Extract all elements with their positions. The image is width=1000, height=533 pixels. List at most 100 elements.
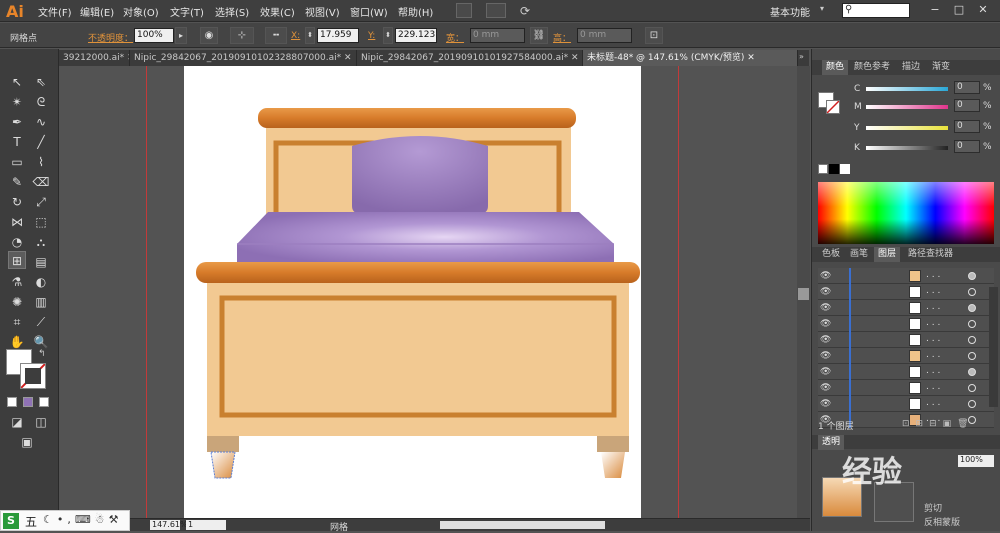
y-stepper-icon[interactable]: ⬍ [383,27,393,44]
direct-selection-tool-icon[interactable]: ⇖ [32,73,50,91]
eye-icon[interactable]: 👁 [820,271,831,281]
eye-icon[interactable]: 👁 [820,287,831,297]
black-slider[interactable] [866,146,948,150]
eye-icon[interactable]: 👁 [820,367,831,377]
layer-row[interactable]: 👁 . . . [818,332,994,348]
tab-stroke[interactable]: 描边 [898,60,924,75]
layer-row[interactable]: 👁 . . . [818,268,994,284]
menu-type[interactable]: 文字(T) [170,4,204,19]
transparency-opacity-input[interactable]: 100% [958,455,994,467]
eyedropper-tool-icon[interactable]: ⚗ [8,273,26,291]
tab-color[interactable]: 颜色 [822,60,849,75]
width-tool-icon[interactable]: ⋈ [8,213,26,231]
blend-tool-icon[interactable]: ◐ [32,273,50,291]
yellow-slider[interactable] [866,126,948,130]
height-input[interactable]: 0 mm [577,28,632,43]
y-input[interactable]: 229.123 [395,28,437,43]
isolate-icon[interactable]: ⊡ [645,27,663,44]
tab-color-guide[interactable]: 颜色参考 [850,60,894,75]
reference-point-icon[interactable]: ⊹ [230,27,254,44]
x-label[interactable]: X: [291,31,300,41]
draw-mode-icon[interactable]: ◪ [8,413,26,431]
menu-select[interactable]: 选择(S) [215,4,249,19]
eye-icon[interactable]: 👁 [820,383,831,393]
menu-help[interactable]: 帮助(H) [398,4,433,19]
arrange-documents-icon[interactable] [486,3,506,18]
width-label[interactable]: 宽： [446,31,464,44]
x-stepper-icon[interactable]: ⬍ [305,27,315,44]
tab-gradient[interactable]: 渐变 [928,60,954,75]
magenta-input[interactable]: 0 [954,99,980,112]
layers-scrollbar[interactable] [989,287,998,407]
color-mode-icon[interactable] [7,397,17,407]
rotate-tool-icon[interactable]: ↻ [8,193,26,211]
layer-row[interactable]: 👁 . . . [818,284,994,300]
paintbrush-tool-icon[interactable]: ⌇ [32,153,50,171]
ime-logo-icon[interactable]: S [3,513,19,529]
menu-file[interactable]: 文件(F) [38,4,72,19]
mesh-tool-icon[interactable]: ⊞ [8,251,26,269]
curvature-tool-icon[interactable]: ∿ [32,113,50,131]
white-swatch[interactable] [840,164,850,174]
scroll-thumb[interactable] [798,288,809,300]
tab-transparency[interactable]: 透明 [818,435,845,450]
eye-icon[interactable]: 👁 [820,303,831,313]
menu-object[interactable]: 对象(O) [123,4,159,19]
target-icon[interactable] [968,272,976,280]
layer-name[interactable]: . . . [926,350,940,360]
horizontal-scroll-thumb[interactable] [440,521,605,529]
layer-name[interactable]: . . . [926,334,940,344]
target-icon[interactable] [968,320,976,328]
cyan-slider[interactable] [866,87,948,91]
screen-mode-icon[interactable]: ◫ [32,413,50,431]
opacity-dropdown-icon[interactable]: ▸ [175,27,187,44]
constrain-proportions-icon[interactable]: ⛓ [530,27,548,44]
layers-footer-icons[interactable]: ⊡⊞⊟▣🗑 [902,419,975,429]
artboard[interactable] [184,66,641,518]
layer-name[interactable]: . . . [926,302,940,312]
close-window-button[interactable]: ✕ [976,3,990,17]
black-swatch[interactable] [829,164,839,174]
layer-name[interactable]: . . . [926,398,940,408]
close-icon[interactable]: ✕ [747,53,755,63]
cyan-input[interactable]: 0 [954,81,980,94]
close-icon[interactable]: ✕ [571,53,579,63]
symbol-sprayer-tool-icon[interactable]: ✺ [8,293,26,311]
tab-document-1[interactable]: 39212000.ai* ✕ [59,50,130,66]
pencil-tool-icon[interactable]: ✎ [8,173,26,191]
vertical-scrollbar[interactable] [797,66,810,518]
canvas[interactable] [60,66,797,518]
shape-builder-tool-icon[interactable]: ◔ [8,233,26,251]
column-graph-tool-icon[interactable]: ▥ [32,293,50,311]
layer-row[interactable]: 👁 . . . [818,348,994,364]
layer-row[interactable]: 👁 . . . [818,300,994,316]
eraser-tool-icon[interactable]: ⌫ [32,173,50,191]
gradient-mode-icon[interactable] [23,397,33,407]
perspective-grid-tool-icon[interactable]: ⛬ [32,233,50,251]
width-input[interactable]: 0 mm [470,28,525,43]
swap-fill-stroke-icon[interactable]: ↰ [38,349,46,359]
scale-tool-icon[interactable]: ⤢ [32,193,50,211]
slice-tool-icon[interactable]: ⟋ [32,313,50,331]
target-icon[interactable] [968,304,976,312]
eye-icon[interactable]: 👁 [820,335,831,345]
close-icon[interactable]: ✕ [344,53,352,63]
eye-icon[interactable]: 👁 [820,399,831,409]
menu-edit[interactable]: 编辑(E) [80,4,114,19]
rectangle-tool-icon[interactable]: ▭ [8,153,26,171]
eye-icon[interactable]: 👁 [820,319,831,329]
bridge-icon[interactable] [456,3,472,18]
transform-anchor-icon[interactable]: ╍ [265,27,287,44]
menu-effect[interactable]: 效果(C) [260,4,295,19]
lasso-tool-icon[interactable]: ᘓ [32,93,50,111]
magic-wand-tool-icon[interactable]: ✴ [8,93,26,111]
none-mode-icon[interactable] [39,397,49,407]
zoom-field[interactable]: 147.61% [150,520,188,530]
free-transform-tool-icon[interactable]: ⬚ [32,213,50,231]
x-input[interactable]: 17.959 [317,28,359,43]
line-tool-icon[interactable]: ╱ [32,133,50,151]
target-icon[interactable] [968,336,976,344]
menu-view[interactable]: 视图(V) [305,4,340,19]
panel-stroke-swatch[interactable] [826,100,840,114]
layer-name[interactable]: . . . [926,318,940,328]
